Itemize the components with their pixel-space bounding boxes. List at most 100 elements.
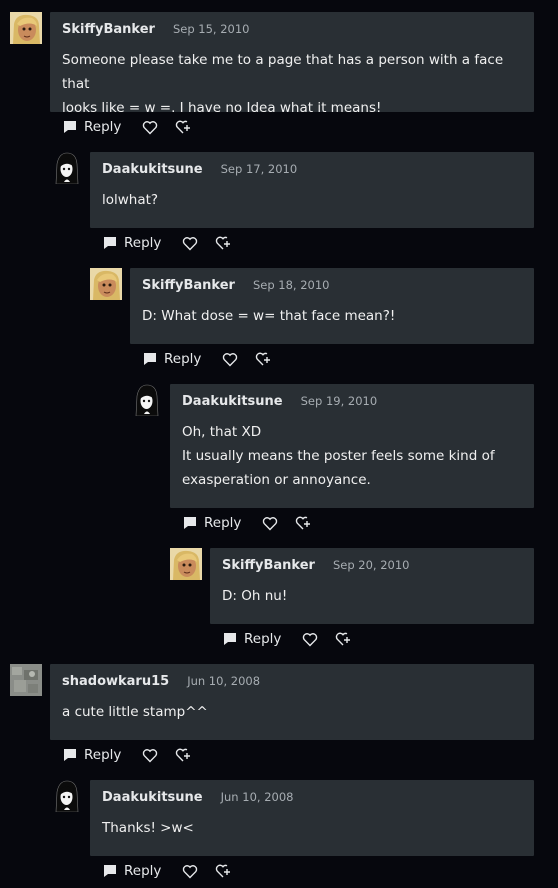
like-button[interactable] — [181, 862, 199, 880]
heart-plus-icon — [336, 632, 351, 646]
comment-date[interactable]: Sep 19, 2010 — [301, 394, 378, 408]
favourite-button[interactable] — [215, 862, 233, 880]
reply-button[interactable]: Reply — [102, 235, 161, 251]
comment-actions: Reply — [182, 513, 313, 533]
comment-date[interactable]: Sep 18, 2010 — [253, 278, 330, 292]
speech-bubble-icon — [104, 865, 116, 877]
comment-bubble: SkiffyBanker Sep 18, 2010 D: What dose =… — [130, 268, 534, 344]
comment-bubble: Daakukitsune Sep 17, 2010 lolwhat? — [90, 152, 534, 228]
comment-text: It usually means the poster feels some k… — [182, 448, 495, 464]
like-button[interactable] — [261, 514, 279, 532]
reply-button[interactable]: Reply — [222, 631, 281, 647]
heart-icon — [183, 236, 198, 250]
comment-text: lolwhat? — [102, 192, 159, 208]
comment-text: Thanks! >w< — [102, 820, 194, 836]
avatar[interactable] — [50, 780, 82, 812]
comment-date[interactable]: Sep 17, 2010 — [221, 162, 298, 176]
comment-text: Someone please take me to a page that ha… — [62, 52, 504, 92]
black-hair-avatar-icon — [50, 152, 82, 184]
heart-icon — [183, 864, 198, 878]
comment-body: Thanks! >w< — [102, 816, 522, 840]
author-name[interactable]: shadowkaru15 — [62, 674, 169, 689]
reply-button[interactable]: Reply — [102, 863, 161, 879]
heart-icon — [143, 120, 158, 134]
heart-icon — [223, 352, 238, 366]
comment-actions: Reply — [222, 629, 353, 649]
comment-actions: Reply — [62, 117, 193, 137]
blonde-avatar-icon — [170, 548, 202, 580]
heart-plus-icon — [176, 748, 191, 762]
comment-bubble: shadowkaru15 Jun 10, 2008 a cute little … — [50, 664, 534, 740]
author-name[interactable]: Daakukitsune — [182, 394, 283, 409]
favourite-button[interactable] — [335, 630, 353, 648]
comment-text: Oh, that XD — [182, 424, 262, 440]
speech-bubble-icon — [104, 237, 116, 249]
reply-label: Reply — [124, 235, 162, 251]
reply-button[interactable]: Reply — [62, 119, 121, 135]
heart-plus-icon — [216, 236, 231, 250]
favourite-button[interactable] — [215, 234, 233, 252]
author-name[interactable]: Daakukitsune — [102, 162, 203, 177]
reply-label: Reply — [164, 351, 202, 367]
reply-label: Reply — [124, 863, 162, 879]
comment-date[interactable]: Jun 10, 2008 — [221, 790, 294, 804]
avatar[interactable] — [10, 12, 42, 44]
author-name[interactable]: Daakukitsune — [102, 790, 203, 805]
like-button[interactable] — [141, 746, 159, 764]
comment-body: a cute little stamp^^ — [62, 700, 522, 724]
heart-plus-icon — [296, 516, 311, 530]
reply-label: Reply — [204, 515, 242, 531]
heart-icon — [303, 632, 318, 646]
comment-body: Oh, that XD It usually means the poster … — [182, 420, 522, 492]
comment-body: D: Oh nu! — [222, 584, 522, 608]
comment-text: a cute little stamp^^ — [62, 704, 208, 720]
black-hair-avatar-icon — [50, 780, 82, 812]
blonde-avatar-icon — [90, 268, 122, 300]
heart-plus-icon — [216, 864, 231, 878]
favourite-button[interactable] — [255, 350, 273, 368]
comment-date[interactable]: Jun 10, 2008 — [187, 674, 260, 688]
comment-text: D: Oh nu! — [222, 588, 288, 604]
avatar[interactable] — [10, 664, 42, 696]
blonde-avatar-icon — [10, 12, 42, 44]
speech-bubble-icon — [64, 749, 76, 761]
favourite-button[interactable] — [295, 514, 313, 532]
heart-plus-icon — [256, 352, 271, 366]
like-button[interactable] — [221, 350, 239, 368]
author-name[interactable]: SkiffyBanker — [62, 22, 155, 37]
reply-label: Reply — [244, 631, 282, 647]
comment-actions: Reply — [142, 349, 273, 369]
like-button[interactable] — [181, 234, 199, 252]
reply-button[interactable]: Reply — [142, 351, 201, 367]
reply-label: Reply — [84, 119, 122, 135]
grey-texture-avatar-icon — [10, 664, 42, 696]
author-name[interactable]: SkiffyBanker — [222, 558, 315, 573]
avatar[interactable] — [170, 548, 202, 580]
comment-body: lolwhat? — [102, 188, 522, 212]
comment-bubble: SkiffyBanker Sep 20, 2010 D: Oh nu! — [210, 548, 534, 624]
comment-bubble: SkiffyBanker Sep 15, 2010 Someone please… — [50, 12, 534, 116]
comment-bubble: Daakukitsune Sep 19, 2010 Oh, that XD It… — [170, 384, 534, 508]
comment-body: Someone please take me to a page that ha… — [62, 48, 522, 120]
like-button[interactable] — [301, 630, 319, 648]
speech-bubble-icon — [184, 517, 196, 529]
reply-button[interactable]: Reply — [62, 747, 121, 763]
comment-date[interactable]: Sep 20, 2010 — [333, 558, 410, 572]
speech-bubble-icon — [144, 353, 156, 365]
avatar[interactable] — [50, 152, 82, 184]
heart-icon — [143, 748, 158, 762]
like-button[interactable] — [141, 118, 159, 136]
comment-date[interactable]: Sep 15, 2010 — [173, 22, 250, 36]
comment-actions: Reply — [62, 745, 193, 765]
avatar[interactable] — [130, 384, 162, 416]
reply-button[interactable]: Reply — [182, 515, 241, 531]
speech-bubble-icon — [64, 121, 76, 133]
comment-text: exasperation or annoyance. — [182, 472, 371, 488]
reply-label: Reply — [84, 747, 122, 763]
author-name[interactable]: SkiffyBanker — [142, 278, 235, 293]
favourite-button[interactable] — [175, 746, 193, 764]
avatar[interactable] — [90, 268, 122, 300]
comment-actions: Reply — [102, 861, 233, 881]
favourite-button[interactable] — [175, 118, 193, 136]
comment-body: D: What dose = w= that face mean?! — [142, 304, 522, 328]
